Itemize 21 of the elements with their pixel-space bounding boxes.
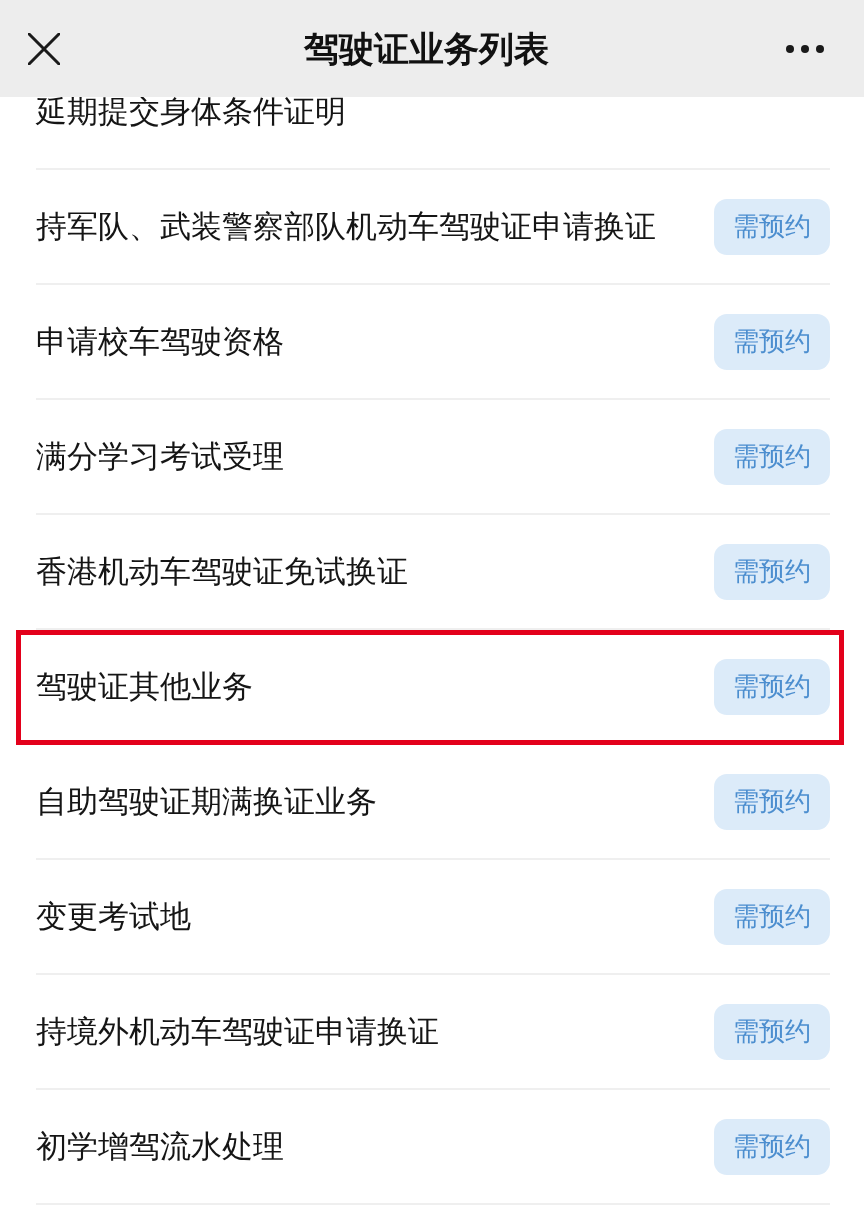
close-icon[interactable] (28, 32, 60, 65)
appointment-badge: 需预约 (714, 888, 830, 945)
appointment-badge: 需预约 (714, 313, 830, 370)
appointment-badge: 需预约 (714, 1003, 830, 1060)
service-item[interactable]: 自助驾驶证期满换证业务 (36, 786, 377, 817)
appointment-badge: 需预约 (714, 543, 830, 600)
appointment-badge: 需预约 (714, 1118, 830, 1175)
service-item[interactable]: 初学增驾流水处理 (36, 1131, 284, 1162)
service-item[interactable]: 持境外机动车驾驶证申请换证 (36, 1016, 439, 1047)
appointment-badge: 需预约 (714, 198, 830, 255)
service-item[interactable]: 香港机动车驾驶证免试换证 (36, 556, 408, 587)
appointment-badge: 需预约 (714, 773, 830, 830)
page-title: 驾驶证业务列表 (303, 27, 549, 70)
service-item[interactable]: 变更考试地 (36, 901, 191, 932)
appointment-badge: 需预约 (714, 428, 830, 485)
service-item[interactable]: 驾驶证其他业务 (36, 671, 253, 702)
appointment-badge: 需预约 (714, 658, 830, 715)
service-item[interactable]: 满分学习考试受理 (36, 441, 284, 472)
more-options-icon[interactable] (786, 44, 824, 53)
service-item[interactable]: 持军队、武装警察部队机动车驾驶证申请换证 (36, 211, 656, 242)
service-item[interactable]: 申请校车驾驶资格 (36, 326, 284, 357)
